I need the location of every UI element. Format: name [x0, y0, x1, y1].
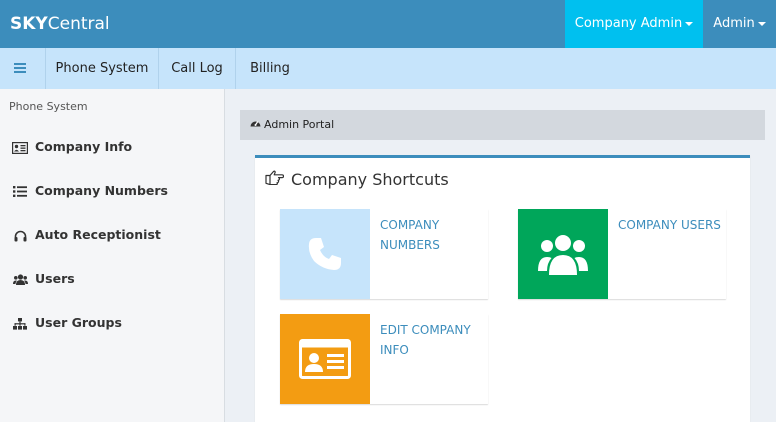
- hamburger-menu-icon[interactable]: [0, 48, 40, 89]
- sidebar-item-label: Users: [35, 271, 75, 286]
- breadcrumb: Admin Portal: [240, 110, 765, 140]
- tile-icon-box: [518, 209, 608, 299]
- sidebar-item-user-groups[interactable]: User Groups: [0, 301, 224, 345]
- sitemap-icon: [12, 301, 28, 345]
- list-icon: [12, 169, 28, 213]
- nav-billing[interactable]: Billing: [236, 48, 304, 89]
- sidebar-item-label: Company Info: [35, 139, 133, 154]
- nav-call-log[interactable]: Call Log: [159, 48, 236, 89]
- sidebar-item-company-numbers[interactable]: Company Numbers: [0, 169, 224, 213]
- sidebar-item-users[interactable]: Users: [0, 257, 224, 301]
- id-card-icon: [12, 125, 29, 169]
- breadcrumb-label: Admin Portal: [264, 118, 335, 131]
- caret-down-icon: [757, 21, 766, 26]
- headphones-icon: [12, 213, 28, 257]
- panel-title: Company Shortcuts: [265, 170, 449, 189]
- sidebar: Phone System Company Info Company Number…: [0, 89, 225, 422]
- company-numbers-tile[interactable]: Company Numbers: [280, 209, 488, 299]
- top-header: SKYCentral Company Admin Admin: [0, 0, 776, 48]
- sidebar-header: Phone System: [9, 100, 88, 113]
- secondary-nav: Phone System Call Log Billing: [0, 48, 776, 89]
- users-icon: [538, 235, 588, 275]
- sidebar-item-company-info[interactable]: Company Info: [0, 125, 224, 169]
- company-users-tile[interactable]: Company Users: [518, 209, 726, 299]
- tile-label: Company Numbers: [380, 218, 440, 252]
- brand-logo[interactable]: SKYCentral: [10, 0, 110, 48]
- company-admin-menu-label: Company Admin: [574, 16, 683, 31]
- sidebar-item-label: Company Numbers: [35, 183, 168, 198]
- tile-label: Edit Company Info: [380, 323, 471, 357]
- users-icon: [12, 257, 28, 301]
- caret-down-icon: [685, 21, 694, 26]
- tile-icon-box: [280, 314, 370, 404]
- id-card-icon: [299, 339, 351, 379]
- phone-icon: [308, 238, 341, 270]
- panel-title-label: Company Shortcuts: [291, 170, 449, 189]
- admin-user-menu[interactable]: Admin: [703, 0, 776, 48]
- tile-label: Company Users: [618, 218, 721, 232]
- hand-point-right-icon: [265, 170, 285, 189]
- sidebar-item-auto-receptionist[interactable]: Auto Receptionist: [0, 213, 224, 257]
- sidebar-item-label: Auto Receptionist: [35, 227, 161, 242]
- company-admin-menu[interactable]: Company Admin: [565, 0, 703, 48]
- sidebar-item-label: User Groups: [35, 315, 122, 330]
- tile-icon-box: [280, 209, 370, 299]
- dashboard-icon: [250, 110, 261, 140]
- edit-company-info-tile[interactable]: Edit Company Info: [280, 314, 488, 404]
- admin-user-menu-label: Admin: [713, 16, 755, 31]
- nav-phone-system[interactable]: Phone System: [45, 48, 159, 89]
